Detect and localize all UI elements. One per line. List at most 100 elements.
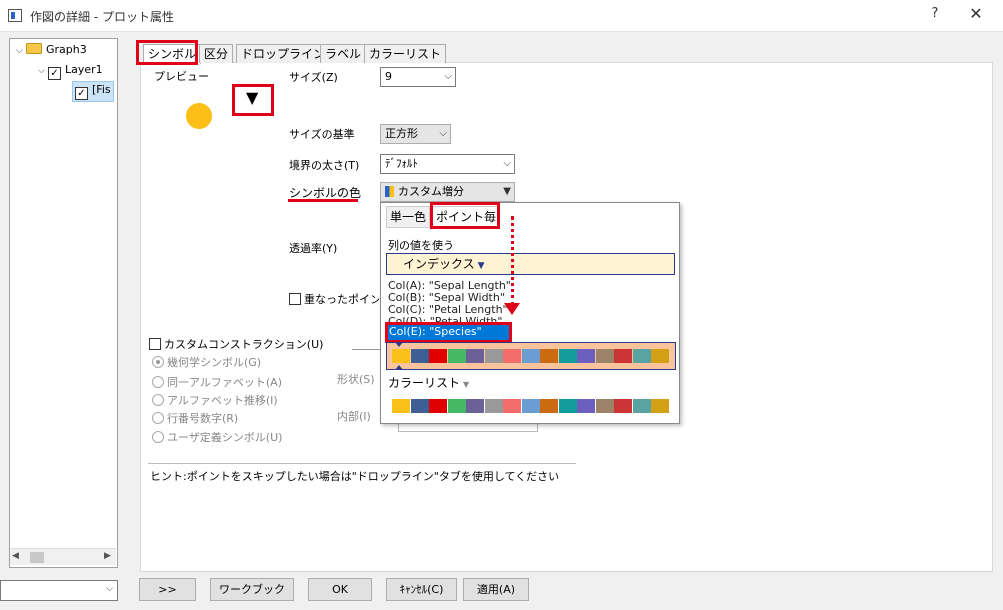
tab-group[interactable]: 区分: [199, 44, 234, 63]
color-swatch[interactable]: [392, 349, 410, 363]
cancel-button[interactable]: ｷｬﾝｾﾙ(C): [386, 578, 457, 601]
dropdown-arrow-icon: ▼: [503, 186, 511, 197]
workbook-button[interactable]: ワークブック: [210, 578, 294, 601]
color-swatch[interactable]: [447, 399, 466, 413]
color-swatch[interactable]: [540, 349, 558, 363]
plot-selector-combo[interactable]: ⌵: [0, 580, 118, 601]
radio-row-number[interactable]: 行番号数字(R): [152, 410, 238, 426]
color-swatch[interactable]: [466, 349, 484, 363]
color-swatch[interactable]: [484, 399, 503, 413]
radio-button[interactable]: [152, 394, 164, 406]
tab-label[interactable]: ラベル: [320, 44, 367, 63]
app-icon: [8, 9, 22, 22]
chevron-down-icon: ⌵: [444, 71, 452, 82]
tree-horizontal-scrollbar[interactable]: ◀ ▶: [10, 548, 116, 565]
tree-item-plot[interactable]: ✓ [Fis: [72, 81, 114, 102]
radio-button[interactable]: [152, 431, 164, 443]
close-button[interactable]: ✕: [966, 4, 986, 23]
preview-label: プレビュー: [154, 70, 209, 83]
interior-label: 内部(I): [337, 410, 371, 423]
radio-button[interactable]: [152, 356, 164, 368]
ok-button[interactable]: OK: [308, 578, 372, 601]
color-swatch[interactable]: [577, 349, 595, 363]
color-list-label[interactable]: カラーリスト ▼: [388, 374, 469, 391]
list-item-selected[interactable]: Col(E): "Species": [387, 325, 509, 340]
color-swatch[interactable]: [540, 399, 558, 413]
color-swatch[interactable]: [429, 399, 447, 413]
hint-text: ヒント:ポイントをスキップしたい場合は"ドロップライン"タブを使用してください: [150, 470, 560, 483]
radio-letter-increment[interactable]: アルファベット推移(I): [152, 392, 278, 408]
plot-tree: ⌵ Graph3 ⌵ ✓ Layer1 ✓ [Fis: [9, 38, 118, 568]
color-swatch[interactable]: [614, 349, 632, 363]
color-swatch[interactable]: [410, 399, 429, 413]
edge-width-label: 境界の太さ(T): [289, 159, 360, 172]
chevron-down-icon[interactable]: ⌵: [16, 46, 26, 56]
help-button[interactable]: ?: [925, 6, 945, 21]
color-swatch[interactable]: [447, 349, 466, 363]
dropdown-arrow-icon[interactable]: ▼: [246, 88, 258, 107]
size-label: サイズ(Z): [289, 71, 338, 84]
color-swatch[interactable]: [595, 399, 614, 413]
overlap-checkbox[interactable]: [289, 293, 301, 305]
overlap-points-option[interactable]: 重なったポイン: [289, 291, 379, 307]
size-basis-combo[interactable]: 正方形 ⌵: [380, 124, 451, 144]
color-swatch[interactable]: [392, 399, 410, 413]
tab-by-points[interactable]: ポイント毎: [432, 206, 501, 228]
color-swatch[interactable]: [651, 349, 669, 363]
color-swatch[interactable]: [558, 349, 577, 363]
scroll-thumb[interactable]: [30, 552, 44, 563]
tree-item-layer[interactable]: ⌵ ✓ Layer1: [38, 63, 103, 80]
custom-construction-checkbox[interactable]: [149, 338, 161, 350]
hint-divider: [148, 463, 576, 464]
window-title: 作図の詳細 - プロット属性: [30, 10, 174, 24]
color-swatch[interactable]: [484, 349, 503, 363]
tab-color-list[interactable]: カラーリスト: [364, 44, 447, 63]
dropdown-arrow-icon: ▼: [477, 261, 485, 271]
symbol-color-combo[interactable]: カスタム増分 ▼: [380, 182, 515, 202]
expand-button[interactable]: >>: [139, 578, 196, 601]
radio-button[interactable]: [152, 376, 164, 388]
chevron-down-icon[interactable]: ⌵: [38, 66, 48, 76]
color-swatch[interactable]: [521, 349, 540, 363]
color-swatch[interactable]: [429, 349, 447, 363]
shape-label: 形状(S): [337, 373, 375, 386]
color-swatch[interactable]: [651, 399, 669, 413]
scroll-right-icon[interactable]: ▶: [104, 551, 111, 561]
plot-checkbox[interactable]: ✓: [75, 87, 88, 100]
index-combo[interactable]: インデックス ▼: [386, 253, 675, 275]
radio-button[interactable]: [152, 412, 164, 424]
edge-width-combo[interactable]: ﾃﾞﾌｫﾙﾄ ⌵: [380, 154, 515, 174]
apply-button[interactable]: 適用(A): [463, 578, 529, 601]
tree-item-graph[interactable]: ⌵ Graph3: [16, 43, 87, 56]
color-swatch[interactable]: [632, 349, 651, 363]
color-swatch[interactable]: [466, 399, 484, 413]
chevron-down-icon: ⌵: [503, 158, 511, 169]
color-swatch[interactable]: [595, 349, 614, 363]
tab-symbol[interactable]: シンボル: [143, 44, 202, 64]
color-swatch[interactable]: [577, 399, 595, 413]
title-bar: 作図の詳細 - プロット属性 ? ✕: [0, 0, 1003, 32]
color-swatch[interactable]: [558, 399, 577, 413]
tab-drop-lines[interactable]: ドロップライン: [236, 44, 331, 63]
start-marker-icon: [395, 342, 403, 347]
custom-construction-option[interactable]: カスタムコンストラクション(U): [149, 336, 323, 352]
color-increment-icon: [385, 186, 394, 197]
color-swatch[interactable]: [614, 399, 632, 413]
color-swatch[interactable]: [503, 399, 521, 413]
use-column-values-label: 列の値を使う: [388, 239, 454, 252]
color-swatch[interactable]: [503, 349, 521, 363]
color-swatch[interactable]: [410, 349, 429, 363]
radio-user-defined-symbol[interactable]: ユーザ定義シンボル(U): [152, 429, 282, 445]
color-swatch[interactable]: [632, 399, 651, 413]
list-item[interactable]: Col(D): "Petal Width": [388, 315, 502, 325]
tab-single-color[interactable]: 単一色: [386, 206, 431, 228]
radio-geometric-symbol[interactable]: 幾何学シンボル(G): [152, 354, 261, 370]
scroll-left-icon[interactable]: ◀: [12, 551, 19, 561]
color-swatch[interactable]: [521, 399, 540, 413]
layer-checkbox[interactable]: ✓: [48, 67, 61, 80]
interior-combo[interactable]: [398, 424, 538, 432]
size-combo[interactable]: 9 ⌵: [380, 67, 456, 87]
divider: [352, 349, 380, 350]
radio-same-letter[interactable]: 同一アルファベット(A): [152, 374, 282, 390]
edge-width-value: ﾃﾞﾌｫﾙﾄ: [385, 157, 418, 170]
